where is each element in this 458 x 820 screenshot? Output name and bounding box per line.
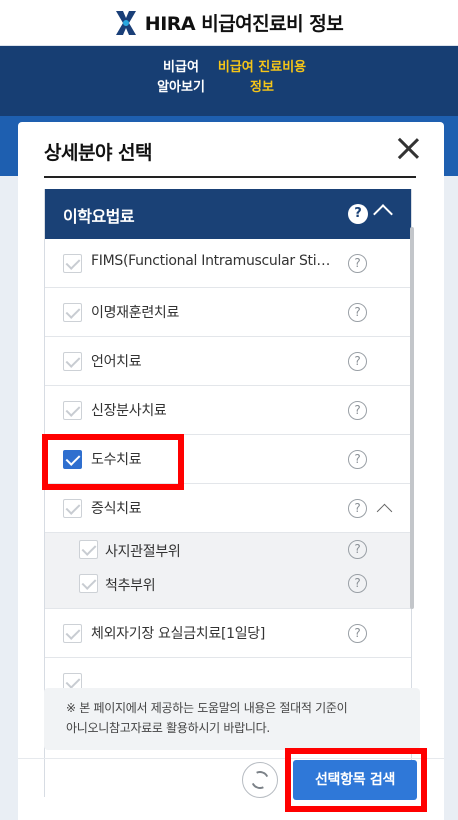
modal-title: 상세분야 선택 [44, 142, 153, 164]
help-icon[interactable]: ? [348, 450, 367, 469]
sub-list-item[interactable]: 척추부위 ? [45, 567, 411, 609]
nav-tab-cost-line2: 정보 [250, 80, 274, 95]
list-item-label: FIMS(Functional Intramuscular Stimul… [91, 253, 343, 269]
footer-divider [18, 758, 444, 759]
list-item-label: 체외자기장 요실금치료[1일당] [91, 626, 266, 642]
checkbox[interactable] [63, 254, 82, 273]
checkbox[interactable] [63, 303, 82, 322]
list-item-selected[interactable]: 도수치료 ? [45, 435, 411, 484]
list-item-label: 도수치료 [91, 452, 142, 468]
nav-bar: 비급여 알아보기 비급여 진료비용 정보 [0, 46, 458, 116]
help-icon[interactable]: ? [348, 303, 367, 322]
nav-tab-intro-line2: 알아보기 [157, 80, 205, 95]
reset-button[interactable] [242, 762, 278, 798]
help-icon[interactable]: ? [348, 352, 367, 371]
app-title: HIRA 비급여진료비 정보 [144, 13, 344, 35]
detail-field-modal: 상세분야 선택 이학요법료 ? FIMS(Functional Intramus… [18, 122, 444, 820]
help-icon[interactable]: ? [348, 254, 367, 273]
list-item-label: 이명재훈련치료 [91, 305, 180, 321]
list-item-label: 언어치료 [91, 354, 142, 370]
category-header[interactable]: 이학요법료 ? [45, 189, 411, 239]
nav-tab-cost-info[interactable]: 비급여 진료비용 정보 [214, 58, 310, 98]
list-item[interactable]: 신장분사치료 ? [45, 386, 411, 435]
list-item-label: 증식치료 [91, 501, 142, 517]
refresh-icon [248, 768, 272, 792]
category-title: 이학요법료 [63, 207, 135, 226]
checkbox[interactable] [79, 574, 98, 593]
help-icon[interactable]: ? [348, 204, 368, 224]
checkbox[interactable] [63, 352, 82, 371]
notice-line-2: 아니오니참고자료로 활용하시기 바랍니다. [66, 721, 270, 735]
notice-line-1: ※ 본 페이지에서 제공하는 도움말의 내용은 절대적 기준이 [66, 701, 348, 715]
sub-list-item[interactable]: 사지관절부위 ? [45, 533, 411, 567]
help-icon[interactable]: ? [348, 574, 367, 593]
help-icon[interactable]: ? [348, 540, 367, 559]
chevron-up-icon[interactable] [373, 204, 393, 224]
nav-tab-intro[interactable]: 비급여 알아보기 [150, 58, 212, 98]
checkbox[interactable] [63, 499, 82, 518]
list-item[interactable]: 이명재훈련치료 ? [45, 288, 411, 337]
list-item[interactable]: 증식치료 ? [45, 484, 411, 533]
help-icon[interactable]: ? [348, 624, 367, 643]
list-item[interactable]: 언어치료 ? [45, 337, 411, 386]
app-header: HIRA 비급여진료비 정보 [0, 0, 458, 46]
chevron-up-icon[interactable] [376, 503, 393, 520]
help-notice: ※ 본 페이지에서 제공하는 도움말의 내용은 절대적 기준이 아니오니참고자료… [44, 688, 420, 750]
hira-logo-icon [115, 10, 136, 35]
checkbox-checked[interactable] [63, 450, 82, 469]
list-item[interactable]: 체외자기장 요실금치료[1일당] ? [45, 609, 411, 658]
sub-list-item-label: 척추부위 [105, 578, 156, 594]
sub-list-item-label: 사지관절부위 [105, 544, 181, 560]
title-divider [44, 176, 416, 178]
search-selected-button[interactable]: 선택항목 검색 [293, 760, 417, 800]
checkbox[interactable] [63, 401, 82, 420]
close-icon[interactable] [396, 136, 420, 160]
help-icon[interactable]: ? [348, 499, 367, 518]
list-item[interactable]: FIMS(Functional Intramuscular Stimul… ? [45, 239, 411, 288]
nav-tab-cost-line1: 비급여 진료비용 [217, 60, 307, 75]
nav-tab-intro-line1: 비급여 [163, 60, 199, 75]
checkbox[interactable] [63, 624, 82, 643]
help-icon[interactable]: ? [348, 401, 367, 420]
scrollbar[interactable] [410, 227, 414, 609]
list-item-label: 신장분사치료 [91, 403, 167, 419]
checkbox[interactable] [79, 540, 98, 559]
